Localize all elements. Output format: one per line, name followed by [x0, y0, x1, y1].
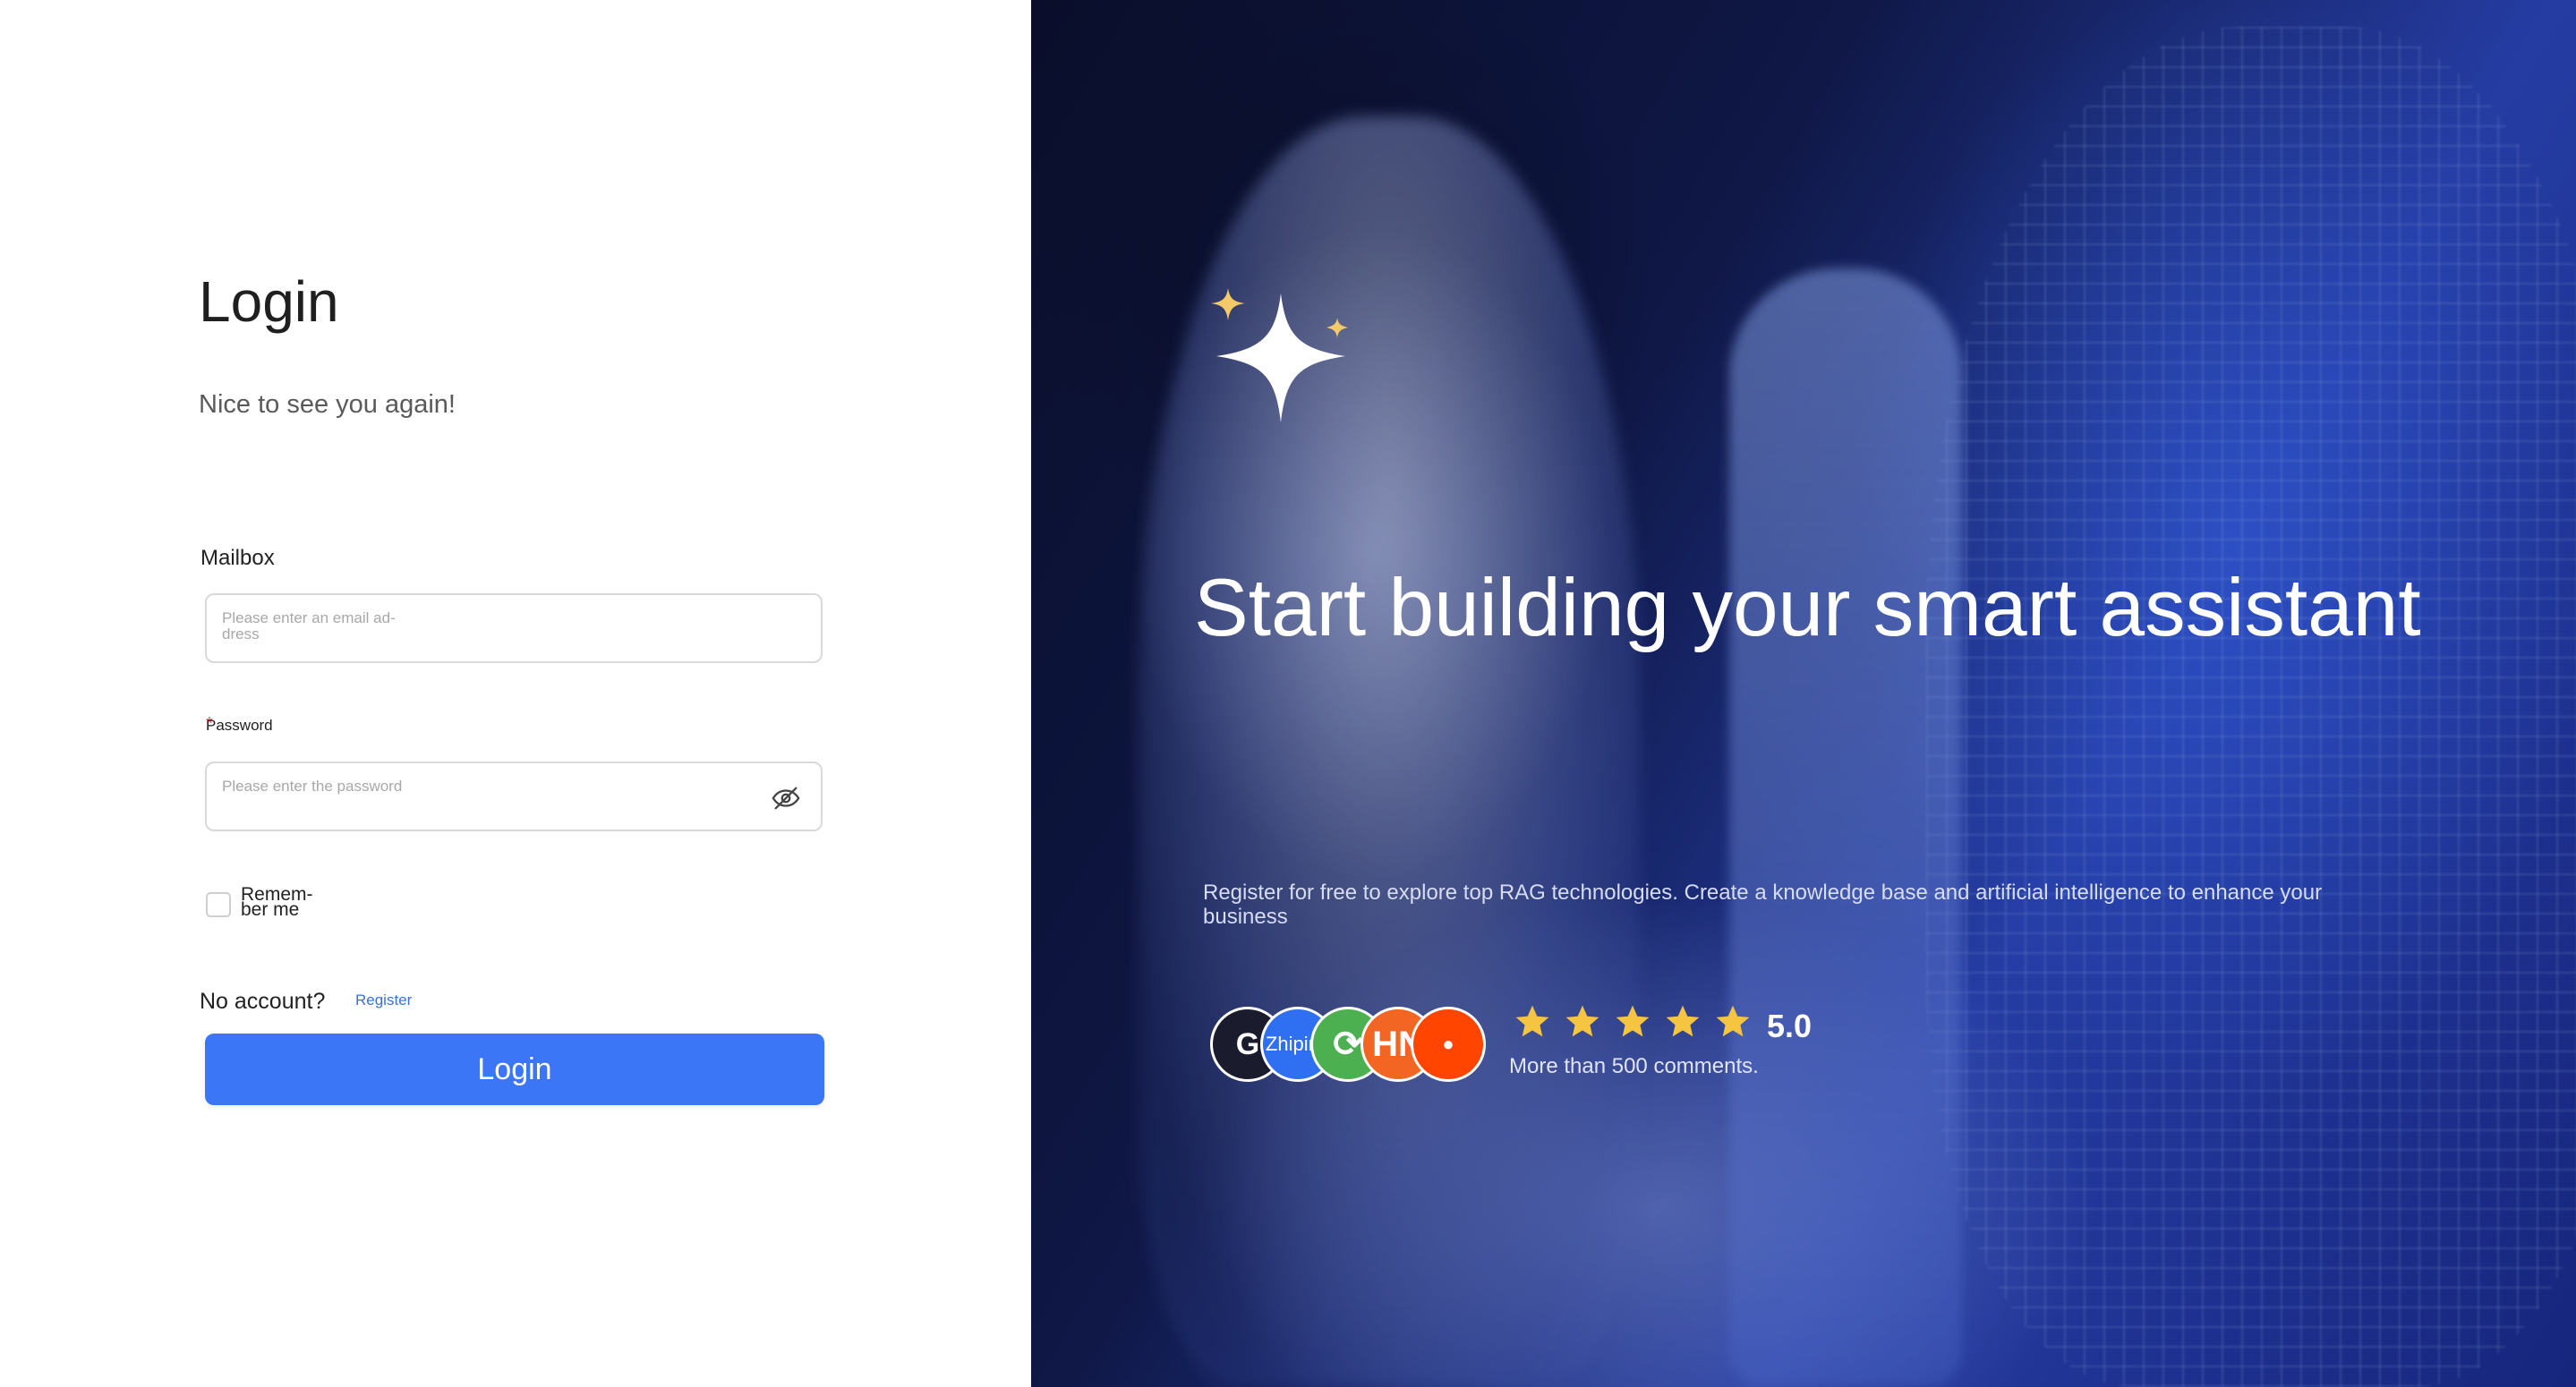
reddit-avatar: ●: [1411, 1007, 1486, 1082]
register-link[interactable]: Register: [355, 992, 412, 1008]
star-icon: [1666, 1005, 1700, 1037]
hero-panel: Start building your smart assistant Regi…: [1031, 0, 2576, 1387]
eye-off-icon[interactable]: [771, 783, 801, 813]
password-placeholder: Please enter the password: [222, 778, 403, 795]
email-label: Mailbox: [200, 546, 275, 570]
remember-label[interactable]: Remem-ber me: [241, 885, 339, 919]
hero-description: Register for free to explore top RAG tec…: [1203, 881, 2323, 929]
star-icon: [1565, 1005, 1599, 1037]
sparkles-icon: [1211, 288, 1348, 422]
rating-score: 5.0: [1767, 1008, 1813, 1044]
email-field[interactable]: Please enter an email ad-dress: [205, 593, 823, 663]
page-subtitle: Nice to see you again!: [199, 390, 456, 419]
login-button[interactable]: Login: [205, 1034, 824, 1105]
comments-count: More than 500 comments.: [1509, 1054, 1759, 1078]
email-placeholder: Please enter an email ad-dress: [222, 609, 396, 642]
remember-checkbox[interactable]: [206, 892, 231, 917]
password-field[interactable]: Please enter the password: [205, 762, 823, 831]
login-panel: Login Nice to see you again! Mailbox Ple…: [0, 0, 1031, 1387]
star-icon: [1716, 1005, 1750, 1037]
page-title: Login: [199, 269, 339, 334]
no-account-text: No account?: [200, 989, 326, 1014]
star-icon: [1616, 1005, 1650, 1037]
rating-stars: [1513, 1002, 1763, 1042]
password-label: Password: [206, 717, 273, 734]
hero-headline: Start building your smart assistant: [1194, 563, 2421, 653]
avatar-group: G Zhiping ⟳ HN ●: [1210, 1007, 1497, 1087]
star-icon: [1515, 1005, 1549, 1037]
